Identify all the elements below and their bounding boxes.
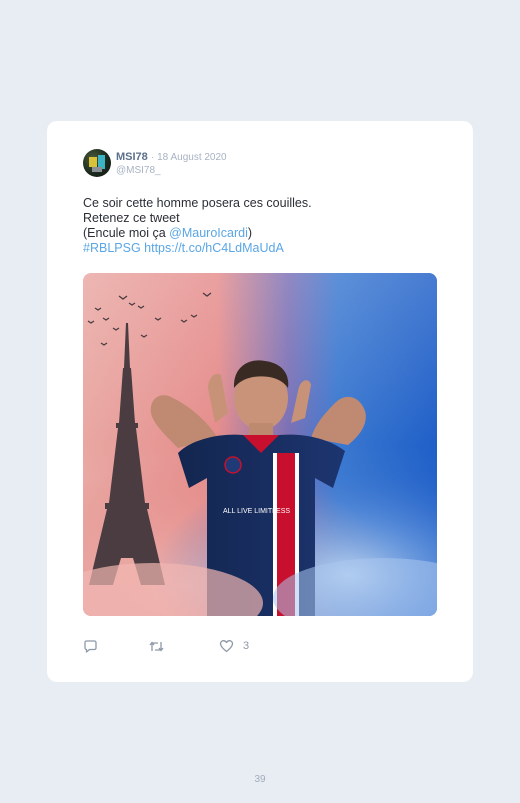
tweet-photo[interactable]: ALL LIVE LIMITLESS (83, 273, 437, 616)
username[interactable]: MSI78 (116, 151, 148, 163)
avatar[interactable] (83, 149, 111, 177)
like-button[interactable]: 3 (219, 638, 249, 654)
mention-link[interactable]: @MauroIcardi (169, 226, 248, 240)
reply-button[interactable] (83, 638, 98, 654)
like-count: 3 (243, 640, 250, 652)
tweet-text-line-1: Ce soir cette homme posera ces couilles. (83, 196, 312, 210)
url-link[interactable]: https://t.co/hC4LdMaUdA (144, 241, 284, 255)
tweet-text-line-2: Retenez ce tweet (83, 211, 180, 225)
jersey-text: ALL LIVE LIMITLESS (223, 508, 290, 515)
hashtag-link[interactable]: #RBLPSG (83, 241, 141, 255)
comment-icon (83, 639, 98, 654)
user-handle[interactable]: @MSI78_ (116, 165, 161, 176)
tweet-date[interactable]: · 18 August 2020 (151, 152, 227, 163)
tweet-text: Ce soir cette homme posera ces couilles.… (83, 196, 443, 256)
tweet-actions: 3 (83, 638, 437, 654)
tweet-text-line-3: (Encule moi ça @MauroIcardi) (83, 226, 443, 241)
retweet-icon (148, 639, 165, 654)
tweet-text-prefix: (Encule moi ça (83, 226, 170, 240)
tweet-text-suffix: ) (247, 226, 253, 240)
heart-icon (219, 639, 234, 653)
tweet-text-line-4: #RBLPSG https://t.co/hC4LdMaUdA (83, 241, 443, 256)
retweet-button[interactable] (148, 638, 165, 654)
page-number: 39 (254, 774, 266, 785)
tweet-card: MSI78 · 18 August 2020 @MSI78_ Ce soir c… (47, 121, 473, 682)
